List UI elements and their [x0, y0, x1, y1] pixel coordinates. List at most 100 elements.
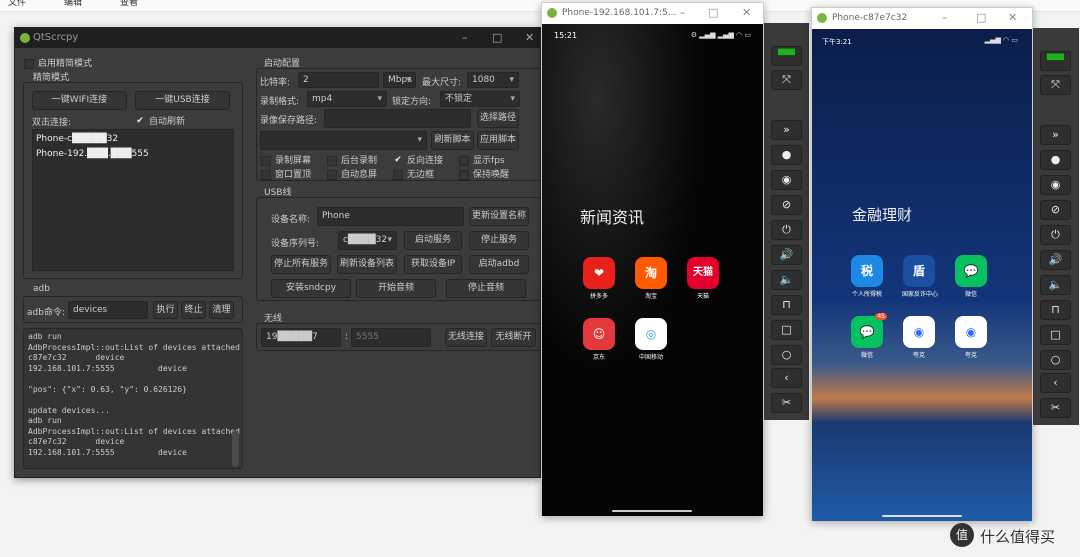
- script-select[interactable]: [260, 131, 427, 150]
- install-sndcpy-button[interactable]: 安装sndcpy: [271, 279, 351, 298]
- app-wechat-2[interactable]: 💬 微信 45: [850, 313, 887, 359]
- frameless-checkbox[interactable]: 无边框: [393, 167, 434, 180]
- log-scrollbar[interactable]: [232, 431, 239, 467]
- record-screen-checkbox[interactable]: 录制屏幕: [261, 153, 311, 166]
- reverse-connect-checkbox[interactable]: ✔ 反向连接: [393, 153, 443, 166]
- screenshot-icon[interactable]: ✂: [771, 393, 802, 413]
- refresh-devices-button[interactable]: 刷新设备列表: [337, 255, 397, 274]
- maximize-button[interactable]: □: [708, 6, 718, 19]
- device-list-item[interactable]: Phone-192.███.███555: [36, 147, 230, 162]
- background-record-checkbox[interactable]: 后台录制: [327, 153, 377, 166]
- show-fps-checkbox[interactable]: 显示fps: [459, 153, 505, 166]
- record-icon[interactable]: ●: [1040, 150, 1071, 170]
- bitrate-input[interactable]: 2: [298, 72, 379, 88]
- start-adbd-button[interactable]: 启动adbd: [469, 255, 529, 274]
- home-circle-icon[interactable]: ○: [1040, 350, 1071, 370]
- terminate-button[interactable]: 终止: [181, 301, 206, 319]
- apply-script-button[interactable]: 应用脚本: [477, 131, 519, 150]
- app-pinduoduo[interactable]: ❤ 拼多多: [582, 257, 616, 300]
- gesture-bar[interactable]: [612, 510, 692, 512]
- minimize-button[interactable]: –: [680, 6, 686, 19]
- adb-log-output[interactable]: adb run AdbProcessImpl::out:List of devi…: [23, 328, 243, 469]
- app-wechat[interactable]: 💬 微信: [954, 255, 988, 298]
- close-button[interactable]: ✕: [525, 31, 534, 44]
- screenshot-icon[interactable]: ✂: [1040, 398, 1071, 418]
- android-icon[interactable]: ▀▀: [1040, 51, 1071, 71]
- record-icon[interactable]: ●: [771, 145, 802, 165]
- start-audio-button[interactable]: 开始音频: [356, 279, 436, 298]
- usb-connect-button[interactable]: 一键USB连接: [135, 91, 230, 110]
- close-button[interactable]: ✕: [1008, 11, 1017, 24]
- app-quark[interactable]: ◉ 夸克: [902, 316, 936, 359]
- choose-path-button[interactable]: 选择路径: [477, 109, 519, 128]
- stop-service-button[interactable]: 停止服务: [469, 231, 529, 250]
- device-name-input[interactable]: Phone: [317, 207, 464, 226]
- app-china-mobile[interactable]: ◎ 中国移动: [634, 318, 668, 361]
- back-icon[interactable]: ‹: [1040, 373, 1071, 393]
- phone-screen[interactable]: 下午3:21 ▂▄▆ ◠ ▭ 金融理财 税个人所得税 盾国家反诈中心 💬 微信 💬…: [812, 29, 1032, 521]
- home-circle-icon[interactable]: ○: [771, 345, 802, 365]
- simple-mode-checkbox[interactable]: 启用精简模式: [24, 56, 92, 69]
- maximize-button[interactable]: □: [976, 11, 986, 24]
- eye-off-icon[interactable]: ⊘: [1040, 200, 1071, 220]
- android-icon[interactable]: ▀▀: [771, 46, 802, 66]
- home-square-icon[interactable]: □: [771, 320, 802, 340]
- stop-audio-button[interactable]: 停止音频: [446, 279, 526, 298]
- home-square-icon[interactable]: □: [1040, 325, 1071, 345]
- record-path-input[interactable]: [324, 109, 471, 128]
- volume-up-icon[interactable]: 🔊: [771, 245, 802, 265]
- serial-select[interactable]: c████32: [338, 231, 397, 250]
- adb-command-input[interactable]: devices: [68, 301, 148, 319]
- menu-icon[interactable]: ⊓: [771, 295, 802, 315]
- menu-edit[interactable]: 编辑: [64, 0, 82, 8]
- auto-refresh-checkbox[interactable]: ✔ 自动刷新: [135, 114, 185, 127]
- stay-awake-checkbox[interactable]: 保持唤醒: [459, 167, 509, 180]
- stop-all-services-button[interactable]: 停止所有服务: [271, 255, 331, 274]
- update-name-button[interactable]: 更新设置名称: [469, 207, 529, 226]
- wireless-disconnect-button[interactable]: 无线断开: [491, 328, 536, 347]
- gesture-bar[interactable]: [882, 515, 962, 517]
- close-button[interactable]: ✕: [742, 6, 751, 19]
- back-icon[interactable]: ‹: [771, 368, 802, 388]
- volume-down-icon[interactable]: 🔈: [1040, 275, 1071, 295]
- always-on-top-checkbox[interactable]: 窗口置顶: [261, 167, 311, 180]
- maximize-button[interactable]: □: [492, 31, 502, 44]
- eye-off-icon[interactable]: ⊘: [771, 195, 802, 215]
- volume-down-icon[interactable]: 🔈: [771, 270, 802, 290]
- wireless-ip-input[interactable]: 19█████7: [261, 328, 341, 347]
- menu-icon[interactable]: ⊓: [1040, 300, 1071, 320]
- chevrons-down-icon[interactable]: »: [1040, 125, 1071, 145]
- app-personal-tax[interactable]: 税个人所得税: [850, 255, 884, 298]
- execute-button[interactable]: 执行: [153, 301, 178, 319]
- phone-screen[interactable]: 15:21 ⚙ ▂▄▆ ▂▄▆ ◠ ▭ 新闻资讯 ❤ 拼多多 淘淘宝 天猫 天猫 ☺…: [542, 24, 763, 516]
- device-list-item[interactable]: Phone-c█████32: [36, 132, 230, 147]
- app-tmall[interactable]: 天猫 天猫: [686, 257, 720, 300]
- start-service-button[interactable]: 启动服务: [404, 231, 462, 250]
- max-size-select[interactable]: 1080: [467, 72, 519, 88]
- app-jd[interactable]: ☺ 京东: [582, 318, 616, 361]
- menu-view[interactable]: 查看: [120, 0, 138, 8]
- fullscreen-icon[interactable]: ⤧: [771, 70, 802, 90]
- power-icon[interactable]: ⏻: [771, 220, 802, 240]
- app-quark-2[interactable]: ◉ 夸克: [954, 316, 988, 359]
- minimize-button[interactable]: –: [942, 11, 948, 24]
- clear-button[interactable]: 清理: [209, 301, 234, 319]
- volume-up-icon[interactable]: 🔊: [1040, 250, 1071, 270]
- eye-icon[interactable]: ◉: [1040, 175, 1071, 195]
- refresh-script-button[interactable]: 刷新脚本: [431, 131, 474, 150]
- app-taobao[interactable]: 淘淘宝: [634, 257, 668, 300]
- power-icon[interactable]: ⏻: [1040, 225, 1071, 245]
- app-anti-fraud[interactable]: 盾国家反诈中心: [902, 255, 938, 298]
- auto-screen-off-checkbox[interactable]: 自动息屏: [327, 167, 377, 180]
- bitrate-unit-select[interactable]: Mbps: [383, 72, 416, 88]
- wireless-connect-button[interactable]: 无线连接: [445, 328, 487, 347]
- wireless-port-input[interactable]: 5555: [351, 328, 431, 347]
- fullscreen-icon[interactable]: ⤧: [1040, 75, 1071, 95]
- device-list[interactable]: Phone-c█████32 Phone-192.███.███555: [32, 129, 234, 271]
- eye-icon[interactable]: ◉: [771, 170, 802, 190]
- orientation-select[interactable]: 不锁定: [440, 91, 520, 107]
- menu-file[interactable]: 文件: [8, 0, 26, 8]
- format-select[interactable]: mp4: [307, 91, 387, 107]
- minimize-button[interactable]: –: [462, 31, 468, 44]
- chevrons-down-icon[interactable]: »: [771, 120, 802, 140]
